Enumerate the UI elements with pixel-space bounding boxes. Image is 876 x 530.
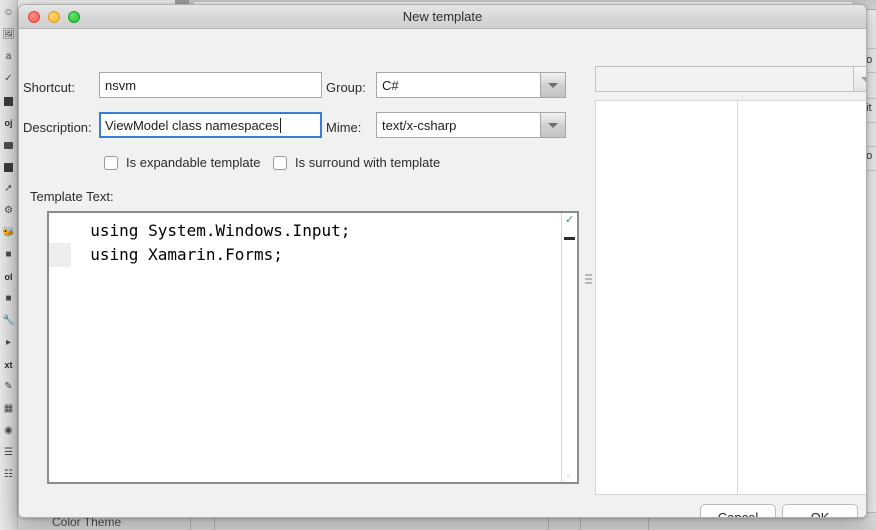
smiley-icon: ☺ — [3, 7, 14, 18]
grid-icon: ▦ — [3, 403, 14, 414]
branch-icon: ➚ — [4, 183, 13, 194]
group-combobox-value[interactable]: C# — [376, 72, 540, 98]
template-text-label: Template Text: — [30, 189, 114, 204]
dialog-title: New template — [402, 9, 483, 24]
preview-pane-left[interactable] — [595, 100, 738, 495]
splitter-grip-icon — [584, 274, 592, 284]
apple2-icon: ■ — [5, 293, 12, 304]
mime-combobox[interactable]: text/x-csharp — [376, 112, 566, 138]
surround-template-checkbox[interactable] — [273, 155, 287, 170]
chevron-down-icon — [548, 82, 558, 88]
group-combobox[interactable]: C# — [376, 72, 566, 98]
mime-combobox-arrow[interactable] — [540, 112, 566, 138]
new-template-dialog: New template Shortcut: nsvm Group: C# De… — [18, 4, 867, 518]
template-text-editor[interactable]: using System.Windows.Input; using Xamari… — [47, 211, 579, 484]
dialog-body: Shortcut: nsvm Group: C# Description: Vi… — [19, 29, 866, 517]
project-icon: oj — [4, 117, 13, 128]
preview-combobox[interactable] — [595, 66, 866, 92]
surround-template-checkbox-row[interactable]: Is surround with template — [273, 155, 440, 170]
editor-code-content[interactable]: using System.Windows.Input; using Xamari… — [71, 213, 561, 482]
mime-combobox-value[interactable]: text/x-csharp — [376, 112, 540, 138]
description-input[interactable]: ViewModel class namespaces — [99, 112, 322, 138]
cancel-button[interactable]: Cancel — [700, 504, 776, 517]
text-a-icon: a — [5, 51, 12, 62]
chevron-down-icon — [861, 76, 866, 82]
editor-error-stripe[interactable]: ✓ ▫ — [561, 213, 577, 482]
square-dark2-icon — [2, 156, 16, 178]
surround-template-label: Is surround with template — [295, 155, 441, 170]
image-icon: 🖼 — [2, 29, 15, 40]
wrench-icon: 🔧 — [2, 315, 15, 326]
editor-status-check-icon: ✓ — [565, 214, 575, 226]
preview-pane-right[interactable] — [738, 100, 866, 495]
apple-icon: ■ — [5, 249, 12, 260]
editor-stripe-bottom-icon: ▫ — [567, 470, 571, 480]
expandable-template-checkbox[interactable] — [104, 155, 118, 170]
screen: ☺ 🖼 a ✓ oj ➚ ⚙ 🐝 ■ ol ■ 🔧 ▸ xt ✎ ▦ ◉ ☰ ☷… — [0, 0, 876, 530]
ok-button[interactable]: OK — [782, 504, 858, 517]
expandable-template-label: Is expandable template — [126, 155, 261, 170]
shortcut-input[interactable]: nsvm — [99, 72, 322, 98]
background-vertical-toolbar: ☺ 🖼 a ✓ oj ➚ ⚙ 🐝 ■ ol ■ 🔧 ▸ xt ✎ ▦ ◉ ☰ ☷ — [0, 0, 18, 530]
mime-label: Mime: — [326, 120, 362, 135]
group-label: Group: — [326, 80, 366, 95]
editor-gutter-highlight — [49, 243, 71, 267]
bug-icon: 🐝 — [2, 227, 15, 238]
flag-icon: ▸ — [5, 337, 12, 348]
preview-combobox-arrow[interactable] — [853, 66, 866, 92]
edit-box-icon: ✎ — [4, 381, 13, 392]
globe-icon: ◉ — [4, 425, 13, 436]
expandable-template-checkbox-row[interactable]: Is expandable template — [104, 155, 260, 170]
tool-label-icon: ol — [4, 271, 13, 282]
square-dark-icon — [2, 90, 16, 112]
description-label: Description: — [23, 120, 92, 135]
monitor-icon — [2, 134, 16, 156]
group-combobox-arrow[interactable] — [540, 72, 566, 98]
description-input-value: ViewModel class namespaces — [105, 117, 279, 133]
editor-marker-dash[interactable] — [564, 237, 575, 240]
chevron-down-icon — [548, 122, 558, 128]
editor-gutter — [49, 213, 71, 482]
pane-splitter[interactable] — [582, 63, 594, 495]
text-caret — [279, 117, 281, 133]
list2-icon: ☷ — [4, 469, 13, 480]
gear-icon: ⚙ — [4, 205, 13, 216]
shortcut-label: Shortcut: — [23, 80, 76, 95]
check-icon: ✓ — [4, 73, 13, 84]
list-icon: ☰ — [4, 447, 13, 458]
preview-combobox-value[interactable] — [595, 66, 853, 92]
text-label-icon: xt — [4, 359, 13, 370]
dialog-title-bar[interactable]: New template — [19, 5, 866, 29]
